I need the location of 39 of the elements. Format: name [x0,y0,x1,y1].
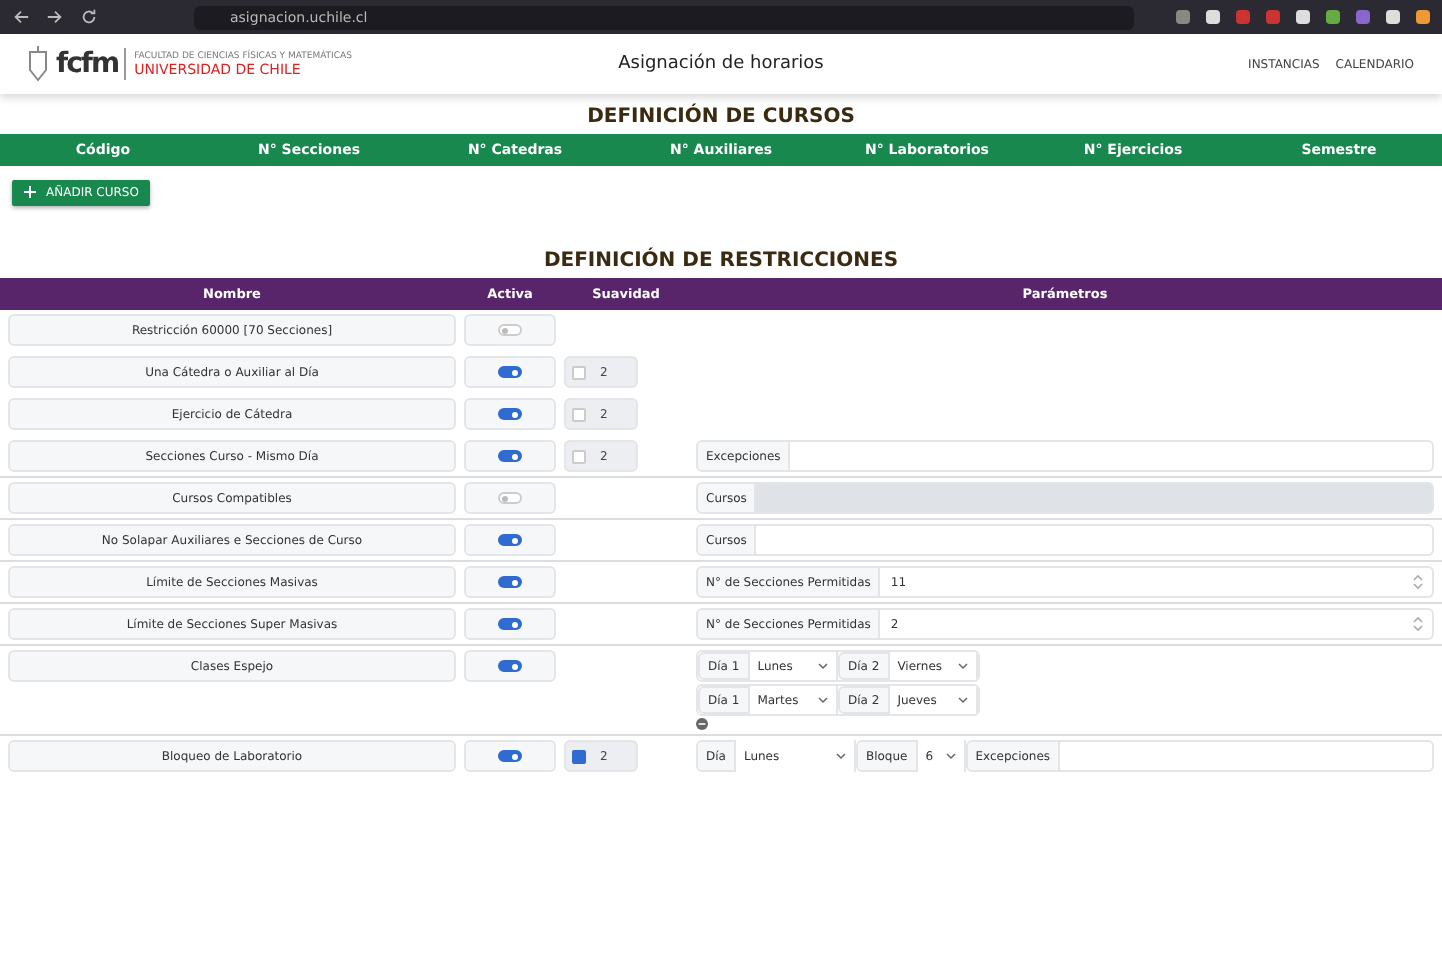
exceptions-field[interactable] [1060,740,1434,772]
active-toggle[interactable] [498,576,522,588]
caret-icon [958,696,968,704]
spinner-icon[interactable] [1412,574,1424,590]
logo-mark: fcfm [56,48,127,80]
extension-icon[interactable] [1416,10,1430,24]
extension-icon[interactable] [1236,10,1250,24]
extension-icon[interactable] [1266,10,1280,24]
active-toggle[interactable] [498,450,522,462]
text-field[interactable] [790,440,1434,472]
active-toggle[interactable] [498,660,522,672]
remove-icon[interactable] [696,718,708,730]
extension-icon[interactable] [1206,10,1220,24]
page-title: Asignación de horarios [618,54,824,74]
active-toggle[interactable] [498,750,522,762]
forward-icon[interactable] [46,8,64,26]
plus-icon [24,186,36,198]
reload-icon[interactable] [80,8,98,26]
active-toggle[interactable] [498,618,522,630]
active-toggle[interactable] [498,408,522,420]
crest-icon [28,46,48,82]
extension-icon[interactable] [1176,10,1190,24]
caret-icon [945,752,956,760]
extension-icon[interactable] [1356,10,1370,24]
text-field[interactable] [756,524,1434,556]
spinner-icon[interactable] [1412,616,1424,632]
extension-icon[interactable] [1386,10,1400,24]
section-title: DEFINICIÓN DE RESTRICCIONES [541,245,901,276]
caret-icon [958,662,968,670]
caret-icon [818,662,828,670]
back-icon[interactable] [12,8,30,26]
active-toggle[interactable] [498,534,522,546]
extension-icon[interactable] [1326,10,1340,24]
active-toggle[interactable] [498,366,522,378]
softness-checkbox[interactable] [572,749,586,763]
extension-icon[interactable] [1296,10,1310,24]
caret-icon [818,696,828,704]
caret-icon [835,752,846,760]
section-title: DEFINICIÓN DE CURSOS [585,101,857,132]
